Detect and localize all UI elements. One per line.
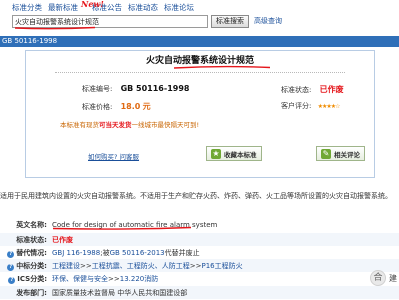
favorite-icon: ★ xyxy=(211,148,221,159)
info-row-publisher: 发布部门: 国家质量技术监督局 中华人民共和国建设部 xyxy=(0,286,399,299)
china-class-label: 中标分类: xyxy=(16,261,47,270)
promo-suffix: 一线城市最快隔天可到! xyxy=(131,121,200,129)
china-class-label-cell: ? 中标分类: xyxy=(0,261,52,271)
watermark: 合 建 xyxy=(370,270,397,286)
china-class-sep-2: >> xyxy=(189,261,202,270)
replace-mid: ;被 xyxy=(100,248,110,257)
standard-status-row: 标准状态: 已作废 xyxy=(281,84,344,95)
top-nav: 标准分类 最新标准 New! 标准公告 标准动态 标准论坛 xyxy=(12,0,194,14)
china-class-level-3[interactable]: P16工程防火 xyxy=(201,262,242,270)
english-name-label: 英文名称: xyxy=(16,220,47,229)
breadcrumb-bar: GB 50116-1998 xyxy=(0,36,399,47)
nav-item-latest-wrap: 最新标准 New! xyxy=(48,0,104,14)
ics-sep: >> xyxy=(108,274,120,283)
info-status-label: 标准状态: xyxy=(16,235,47,244)
comment-button[interactable]: ✎ 相关评论 xyxy=(316,146,365,161)
status-label: 标准状态: xyxy=(281,86,312,94)
rating-row: 客户评分: ★★★★☆ xyxy=(281,101,340,111)
replacing-standard-link[interactable]: GB 50116-2013 xyxy=(110,249,165,257)
favorite-label: 收藏本标准 xyxy=(224,150,257,159)
stock-promo: 本标准有现货可当天发货一线城市最快隔天可到! xyxy=(60,119,199,129)
china-class-icon: ? xyxy=(7,263,15,271)
publisher: 国家质量技术监督局 中华人民共和国建设部 xyxy=(52,288,188,297)
china-class-sep-1: >> xyxy=(80,261,92,270)
comment-icon: ✎ xyxy=(321,148,331,159)
nav-item-news[interactable]: 标准动态 xyxy=(128,2,158,14)
rating-stars-icon: ★★★★☆ xyxy=(317,103,341,110)
ics-path: 环保、保健与安全>>13.220消防 xyxy=(52,274,158,284)
english-red-underline xyxy=(52,226,192,230)
price-label: 标准价格: xyxy=(82,103,113,111)
standard-number-row: 标准编号: GB 50116-1998 xyxy=(82,84,189,94)
info-status: 已作废 xyxy=(52,235,73,244)
promo-highlight: 可当天发货 xyxy=(99,121,132,129)
publisher-label: 发布部门: xyxy=(16,288,47,297)
comment-label: 相关评论 xyxy=(334,150,360,159)
replace-label: 替代情况: xyxy=(16,248,47,257)
price-value: 18.0 xyxy=(120,102,141,111)
how-to-buy-link[interactable]: 如何购买? 问客服 xyxy=(88,151,139,161)
ics-label-cell: ? ICS分类: xyxy=(0,274,52,284)
ics-label: ICS分类: xyxy=(17,274,47,283)
nav-item-latest[interactable]: 最新标准 xyxy=(48,3,78,12)
replaced-standard-link[interactable]: GBJ 116-1988 xyxy=(52,249,100,257)
info-row-china-class: ? 中标分类: 工程建设>>工程抗震、工程防火、人防工程>>P16工程防火 xyxy=(0,259,399,272)
replace-label-cell: ? 替代情况: xyxy=(0,248,52,258)
standard-number: GB 50116-1998 xyxy=(120,84,190,93)
standard-number-label: 标准编号: xyxy=(82,85,113,93)
rating-label: 客户评分: xyxy=(281,102,312,110)
title-red-underline xyxy=(173,65,271,69)
favorite-button[interactable]: ★ 收藏本标准 xyxy=(206,146,262,161)
status-badge: 已作废 xyxy=(319,85,344,94)
ics-level-1[interactable]: 环保、保健与安全 xyxy=(52,275,108,283)
ics-icon: ? xyxy=(8,276,16,284)
nav-item-category[interactable]: 标准分类 xyxy=(12,2,42,14)
watermark-text: 建 xyxy=(389,273,397,283)
divider xyxy=(55,72,345,73)
china-class-path: 工程建设>>工程抗震、工程防火、人防工程>>P16工程防火 xyxy=(52,261,243,271)
watermark-logo-icon: 合 xyxy=(370,270,386,286)
info-row-status: 标准状态: 已作废 xyxy=(0,233,399,246)
china-class-level-2[interactable]: 工程抗震、工程防火、人防工程 xyxy=(92,262,190,270)
search-button[interactable]: 标准搜索 xyxy=(211,14,249,28)
replace-info: GBJ 116-1988;被GB 50116-2013代替并废止 xyxy=(52,248,200,258)
china-class-level-1[interactable]: 工程建设 xyxy=(52,262,80,270)
info-row-ics: ? ICS分类: 环保、保健与安全>>13.220消防 xyxy=(0,272,399,285)
scope-description: 适用于民用建筑内设置的火灾自动报警系统。不适用于生产和贮存火药、炸药、弹药、火工… xyxy=(0,192,392,200)
price-unit: 元 xyxy=(142,102,151,111)
info-row-replace: ? 替代情况: GBJ 116-1988;被GB 50116-2013代替并废止 xyxy=(0,246,399,259)
new-badge: New! xyxy=(81,0,104,9)
ics-level-2[interactable]: 13.220消防 xyxy=(120,275,159,283)
replace-end: 代替并废止 xyxy=(164,248,200,257)
red-annotation-underline xyxy=(14,26,96,30)
replace-icon: ? xyxy=(7,250,15,258)
promo-prefix: 本标准有现货 xyxy=(60,121,99,129)
standard-price-row: 标准价格: 18.0 元 xyxy=(82,101,151,112)
nav-item-forum[interactable]: 标准论坛 xyxy=(164,2,194,14)
advanced-search-link[interactable]: 高级查询 xyxy=(254,16,282,26)
